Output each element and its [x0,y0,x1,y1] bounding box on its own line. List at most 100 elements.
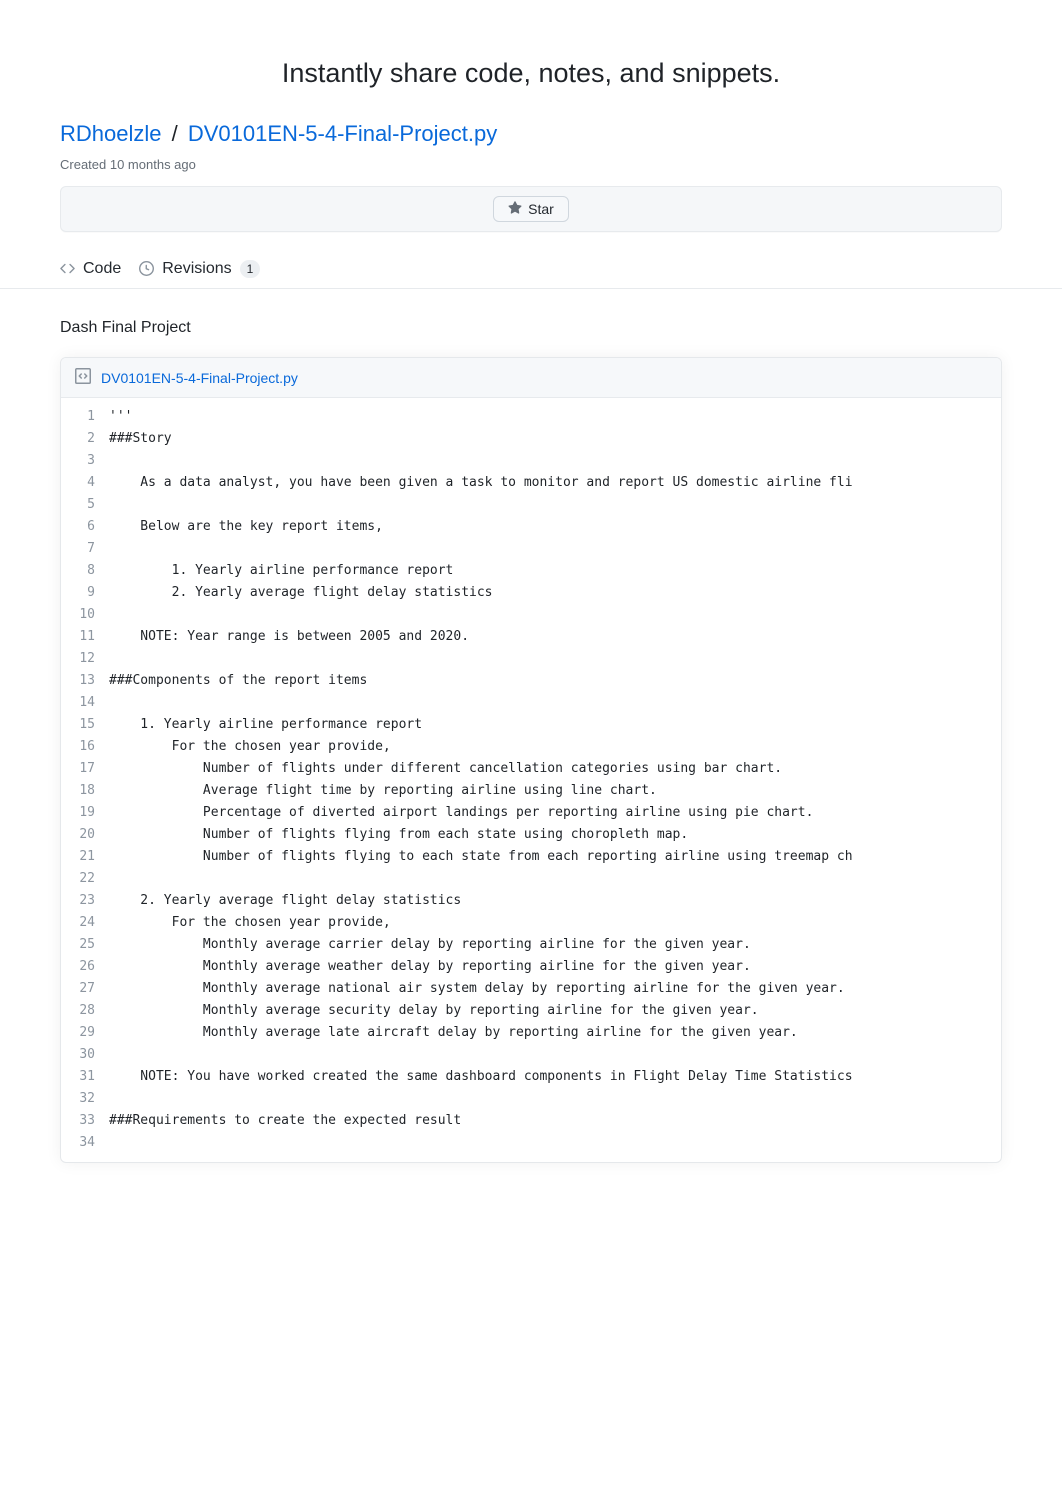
line-number[interactable]: 14 [61,692,109,714]
line-content: ###Requirements to create the expected r… [109,1110,1001,1132]
line-number[interactable]: 34 [61,1132,109,1162]
code-row: 33###Requirements to create the expected… [61,1110,1001,1132]
gist-description: Dash Final Project [60,319,1002,337]
code-row: 11 NOTE: Year range is between 2005 and … [61,626,1001,648]
line-number[interactable]: 7 [61,538,109,560]
tab-underline [0,288,1062,289]
line-number[interactable]: 12 [61,648,109,670]
code-row: 19 Percentage of diverted airport landin… [61,802,1001,824]
line-number[interactable]: 5 [61,494,109,516]
line-content: For the chosen year provide, [109,912,1001,934]
line-number[interactable]: 17 [61,758,109,780]
code-row: 23 2. Yearly average flight delay statis… [61,890,1001,912]
tabs: Code Revisions 1 [60,260,1002,288]
line-number[interactable]: 29 [61,1022,109,1044]
tab-code-label: Code [83,260,121,278]
line-number[interactable]: 10 [61,604,109,626]
line-number[interactable]: 28 [61,1000,109,1022]
line-content [109,692,1001,714]
line-content: Number of flights flying from each state… [109,824,1001,846]
line-content: 2. Yearly average flight delay statistic… [109,582,1001,604]
line-content: 2. Yearly average flight delay statistic… [109,890,1001,912]
code-row: 29 Monthly average late aircraft delay b… [61,1022,1001,1044]
line-content [109,604,1001,626]
code-row: 15 1. Yearly airline performance report [61,714,1001,736]
line-content: 1. Yearly airline performance report [109,560,1001,582]
code-row: 13###Components of the report items [61,670,1001,692]
line-content [109,494,1001,516]
line-number[interactable]: 24 [61,912,109,934]
line-number[interactable]: 11 [61,626,109,648]
code-row: 3 [61,450,1001,472]
tab-revisions-label: Revisions [162,260,231,278]
star-button-label: Star [528,201,554,217]
gist-header: RDhoelzle / DV0101EN-5-4-Final-Project.p… [60,121,1002,172]
code-row: 12 [61,648,1001,670]
line-number[interactable]: 15 [61,714,109,736]
line-number[interactable]: 16 [61,736,109,758]
gist-file-link[interactable]: DV0101EN-5-4-Final-Project.py [188,121,497,146]
line-number[interactable]: 25 [61,934,109,956]
line-number[interactable]: 6 [61,516,109,538]
line-content: 1. Yearly airline performance report [109,714,1001,736]
code-row: 26 Monthly average weather delay by repo… [61,956,1001,978]
line-number[interactable]: 27 [61,978,109,1000]
line-number[interactable]: 30 [61,1044,109,1066]
code-row: 34 [61,1132,1001,1162]
line-number[interactable]: 21 [61,846,109,868]
code-row: 28 Monthly average security delay by rep… [61,1000,1001,1022]
line-number[interactable]: 23 [61,890,109,912]
line-content: ###Components of the report items [109,670,1001,692]
line-content [109,538,1001,560]
line-content: As a data analyst, you have been given a… [109,472,1001,494]
line-number[interactable]: 26 [61,956,109,978]
code-row: 18 Average flight time by reporting airl… [61,780,1001,802]
line-number[interactable]: 9 [61,582,109,604]
code-row: 2###Story [61,428,1001,450]
tab-revisions[interactable]: Revisions 1 [139,260,260,278]
line-number[interactable]: 1 [61,398,109,428]
tagline: Instantly share code, notes, and snippet… [0,0,1062,121]
code-row: 31 NOTE: You have worked created the sam… [61,1066,1001,1088]
code-row: 10 [61,604,1001,626]
file-box: DV0101EN-5-4-Final-Project.py 1'''2###St… [60,357,1002,1163]
code-row: 6 Below are the key report items, [61,516,1001,538]
line-content: NOTE: You have worked created the same d… [109,1066,1001,1088]
code-row: 5 [61,494,1001,516]
code-row: 17 Number of flights under different can… [61,758,1001,780]
line-number[interactable]: 32 [61,1088,109,1110]
line-number[interactable]: 31 [61,1066,109,1088]
line-content: Percentage of diverted airport landings … [109,802,1001,824]
line-content: Below are the key report items, [109,516,1001,538]
revisions-icon [139,261,154,278]
line-content: Number of flights flying to each state f… [109,846,1001,868]
line-number[interactable]: 3 [61,450,109,472]
file-name-link[interactable]: DV0101EN-5-4-Final-Project.py [101,370,298,386]
revisions-count-badge: 1 [240,260,261,278]
line-number[interactable]: 18 [61,780,109,802]
code-row: 22 [61,868,1001,890]
line-content [109,1044,1001,1066]
line-content [109,868,1001,890]
line-number[interactable]: 2 [61,428,109,450]
line-number[interactable]: 13 [61,670,109,692]
line-content: For the chosen year provide, [109,736,1001,758]
line-content [109,1088,1001,1110]
code-row: 30 [61,1044,1001,1066]
line-content: ''' [109,398,1001,428]
line-number[interactable]: 4 [61,472,109,494]
line-content: Monthly average weather delay by reporti… [109,956,1001,978]
tab-code[interactable]: Code [60,260,121,278]
gist-title: RDhoelzle / DV0101EN-5-4-Final-Project.p… [60,121,1002,147]
line-number[interactable]: 33 [61,1110,109,1132]
line-number[interactable]: 8 [61,560,109,582]
code-row: 14 [61,692,1001,714]
line-content: Monthly average late aircraft delay by r… [109,1022,1001,1044]
line-number[interactable]: 22 [61,868,109,890]
star-button[interactable]: Star [493,196,569,222]
line-number[interactable]: 19 [61,802,109,824]
line-content: Monthly average carrier delay by reporti… [109,934,1001,956]
line-content [109,1132,1001,1162]
line-number[interactable]: 20 [61,824,109,846]
user-link[interactable]: RDhoelzle [60,121,162,146]
